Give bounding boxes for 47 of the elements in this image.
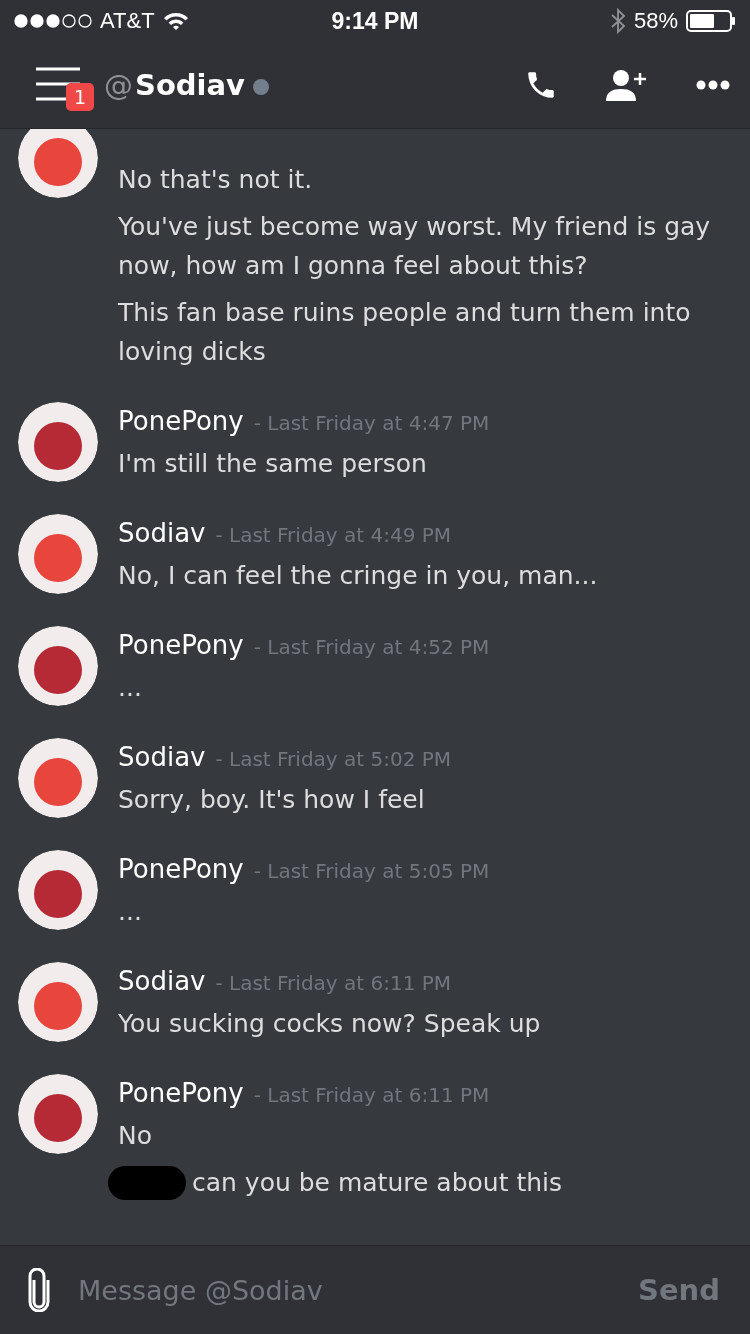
timestamp: - Last Friday at 5:05 PM xyxy=(253,859,490,883)
message-text: ... xyxy=(118,896,142,928)
carrier: AT&T xyxy=(100,8,155,34)
bluetooth-icon xyxy=(609,8,626,34)
author-name[interactable]: Sodiav xyxy=(118,742,206,772)
avatar[interactable] xyxy=(18,402,98,482)
channel-title: Sodiav xyxy=(135,68,245,102)
wifi-icon xyxy=(162,11,189,31)
at-sign: @ xyxy=(104,68,133,102)
timestamp: - Last Friday at 6:11 PM xyxy=(215,971,452,995)
paperclip-icon[interactable] xyxy=(26,1268,52,1312)
timestamp: - Last Friday at 4:47 PM xyxy=(253,411,490,435)
more-icon[interactable] xyxy=(696,80,730,90)
avatar[interactable] xyxy=(18,738,98,818)
avatar[interactable] xyxy=(18,850,98,930)
avatar[interactable] xyxy=(18,514,98,594)
author-name[interactable]: PonePony xyxy=(118,630,244,660)
timestamp: - Last Friday at 4:52 PM xyxy=(253,635,490,659)
timestamp: - Last Friday at 5:02 PM xyxy=(215,747,452,771)
message-text: You've just become way worst. My friend is gay now, how am I gonna feel about this? xyxy=(118,211,712,282)
timestamp: - Last Friday at 4:49 PM xyxy=(215,523,452,547)
signal-icon xyxy=(14,14,92,28)
avatar[interactable] xyxy=(18,129,98,198)
author-name[interactable]: PonePony xyxy=(118,406,244,436)
author-name[interactable]: Sodiav xyxy=(118,518,206,548)
avatar[interactable] xyxy=(18,1074,98,1154)
message-text: I'm still the same person xyxy=(118,448,427,480)
author-name[interactable]: PonePony xyxy=(118,854,244,884)
message-text: No xyxy=(118,1120,152,1152)
battery-icon xyxy=(686,10,736,32)
author-name[interactable]: Sodiav xyxy=(118,966,206,996)
timestamp: - Last Friday at 6:11 PM xyxy=(253,1083,490,1107)
message-text: can you be mature about this xyxy=(192,1167,562,1199)
message-text: ... xyxy=(118,672,142,704)
notification-badge: 1 xyxy=(66,83,95,111)
author-name[interactable]: PonePony xyxy=(118,1078,244,1108)
status-dot xyxy=(253,79,269,95)
clock: 9:14 PM xyxy=(331,7,419,35)
message-text: This fan base ruins people and turn them into loving dicks xyxy=(118,297,692,368)
message-text: You sucking cocks now? Speak up xyxy=(118,1008,541,1040)
message-text: No, I can feel the cringe in you, man... xyxy=(118,560,598,592)
add-friend-icon[interactable] xyxy=(606,69,648,101)
message-text: No that's not it. xyxy=(118,164,313,196)
avatar[interactable] xyxy=(18,626,98,706)
avatar[interactable] xyxy=(18,962,98,1042)
battery-percent: 58% xyxy=(633,8,678,34)
message-text: Sorry, boy. It's how I feel xyxy=(118,784,425,816)
